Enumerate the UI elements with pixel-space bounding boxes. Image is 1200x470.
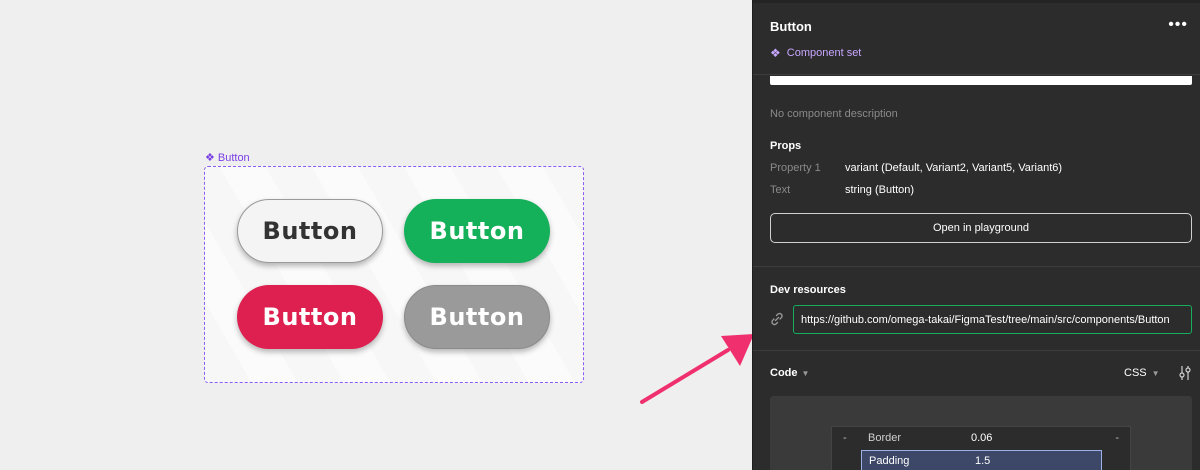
variant-default-button[interactable]: Button: [237, 199, 383, 263]
prop-row-property-1: Property 1 variant (Default, Variant2, V…: [770, 162, 1062, 174]
button-component-set[interactable]: Button Button Button Button: [204, 166, 584, 383]
dev-resources-heading: Dev resources: [770, 284, 846, 296]
component-set-type: ❖ Component set: [770, 46, 861, 60]
component-set-label[interactable]: ❖ Button: [205, 152, 250, 164]
component-set-type-label: Component set: [786, 47, 862, 59]
variant2-label: Button: [429, 217, 525, 245]
code-language-value: CSS: [1124, 367, 1147, 379]
panel-title: Button: [770, 19, 812, 34]
border-row: - Border 0.06 -: [832, 432, 1130, 446]
link-icon[interactable]: [769, 311, 785, 327]
padding-box: Padding 1.5: [861, 450, 1102, 470]
props-heading: Props: [770, 140, 802, 152]
border-right-value: -: [1115, 432, 1119, 444]
border-label: Border: [868, 432, 902, 444]
panel-top-edge: [753, 0, 1200, 3]
chevron-down-icon: ▼: [801, 368, 810, 378]
prop-key: Property 1: [770, 162, 821, 174]
divider: [753, 266, 1200, 267]
variant5-label: Button: [262, 303, 358, 331]
component-preview-strip: [770, 76, 1192, 85]
more-options-icon[interactable]: •••: [1168, 16, 1188, 34]
divider: [753, 74, 1200, 75]
prop-key: Text: [770, 184, 791, 196]
open-in-playground-button[interactable]: Open in playground: [770, 213, 1192, 243]
variant6-label: Button: [429, 303, 525, 331]
border-box: - Border 0.06 - Padding 1.5: [831, 426, 1131, 470]
component-set-name: Button: [217, 152, 250, 164]
padding-value: 1.5: [975, 455, 991, 467]
box-model-preview: - Border 0.06 - Padding 1.5: [770, 396, 1192, 470]
component-set-icon: ❖: [205, 151, 215, 164]
variant-default-label: Button: [262, 217, 358, 245]
component-description: No component description: [770, 108, 898, 120]
variant5-red-button[interactable]: Button: [237, 285, 383, 349]
border-value: 0.06: [971, 432, 993, 444]
border-left-value: -: [843, 432, 847, 444]
code-language-select[interactable]: CSS ▼: [1124, 367, 1160, 379]
variant2-green-button[interactable]: Button: [404, 199, 550, 263]
variant6-gray-button[interactable]: Button: [404, 285, 550, 349]
code-section-toggle[interactable]: Code ▼: [770, 367, 809, 379]
dev-resource-url-field[interactable]: https://github.com/omega-takai/FigmaTest…: [793, 305, 1192, 334]
padding-label: Padding: [869, 455, 910, 467]
chevron-down-icon: ▼: [1151, 368, 1160, 378]
prop-value: variant (Default, Variant2, Variant5, Va…: [845, 162, 1063, 174]
inspect-panel: Button ••• ❖ Component set No component …: [752, 0, 1200, 470]
prop-row-text: Text string (Button): [770, 184, 914, 196]
code-heading: Code: [770, 367, 798, 379]
prop-value: string (Button): [845, 184, 915, 196]
component-set-type-icon: ❖: [770, 46, 781, 60]
divider: [753, 350, 1200, 351]
code-settings-icon[interactable]: [1178, 365, 1192, 381]
